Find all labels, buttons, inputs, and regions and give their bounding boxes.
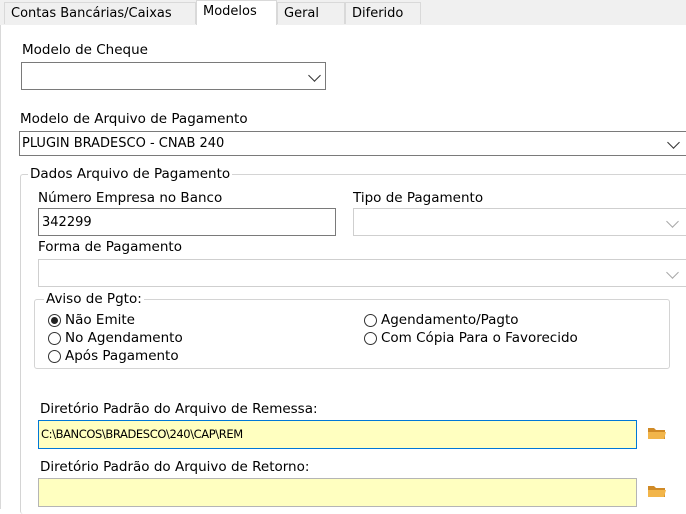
chevron-down-icon bbox=[308, 69, 321, 82]
remessa-label: Diretório Padrão do Arquivo de Remessa: bbox=[40, 401, 318, 417]
chevron-down-icon bbox=[666, 215, 679, 228]
tab-modelos[interactable]: Modelos bbox=[196, 0, 277, 26]
chevron-down-icon bbox=[667, 136, 680, 149]
folder-icon[interactable] bbox=[647, 484, 667, 502]
retorno-label: Diretório Padrão do Arquivo de Retorno: bbox=[40, 459, 310, 475]
modelo-arquivo-label: Modelo de Arquivo de Pagamento bbox=[20, 111, 248, 127]
radio-indicator[interactable] bbox=[48, 350, 61, 363]
remessa-path-input[interactable]: C:\BANCOS\BRADESCO\240\CAP\REM bbox=[38, 420, 637, 449]
radio-label: Com Cópia Para o Favorecido bbox=[381, 330, 578, 346]
dados-arquivo-title: Dados Arquivo de Pagamento bbox=[28, 166, 233, 182]
radio-label: Após Pagamento bbox=[65, 348, 179, 364]
tipo-pagamento-select[interactable] bbox=[353, 208, 686, 236]
modelo-arquivo-select[interactable]: PLUGIN BRADESCO - CNAB 240 bbox=[19, 131, 686, 156]
radio-indicator[interactable] bbox=[364, 332, 377, 345]
numero-empresa-label: Número Empresa no Banco bbox=[38, 190, 223, 206]
tab-label: Contas Bancárias/Caixas bbox=[11, 6, 172, 21]
tab-geral[interactable]: Geral bbox=[277, 2, 345, 24]
modelo-cheque-label: Modelo de Cheque bbox=[22, 42, 148, 58]
radio-label: Não Emite bbox=[65, 312, 135, 328]
modelo-cheque-select[interactable] bbox=[21, 62, 326, 90]
folder-icon[interactable] bbox=[647, 426, 667, 444]
tipo-pagamento-label: Tipo de Pagamento bbox=[353, 190, 484, 206]
radio-indicator[interactable] bbox=[364, 314, 377, 327]
tab-diferido[interactable]: Diferido bbox=[345, 2, 421, 24]
modelo-arquivo-value: PLUGIN BRADESCO - CNAB 240 bbox=[22, 136, 225, 151]
radio-label: Agendamento/Pagto bbox=[381, 312, 519, 328]
numero-empresa-input[interactable]: 342299 bbox=[38, 208, 336, 236]
radio-indicator[interactable] bbox=[48, 332, 61, 345]
tab-label: Modelos bbox=[203, 4, 257, 19]
forma-pagamento-select[interactable] bbox=[38, 259, 686, 287]
tab-label: Geral bbox=[284, 6, 319, 21]
remessa-path-value: C:\BANCOS\BRADESCO\240\CAP\REM bbox=[41, 427, 243, 441]
forma-pagamento-label: Forma de Pagamento bbox=[38, 239, 182, 255]
chevron-down-icon bbox=[666, 266, 679, 279]
radio-label: No Agendamento bbox=[65, 330, 183, 346]
retorno-path-input[interactable] bbox=[38, 478, 637, 507]
radio-indicator[interactable] bbox=[48, 314, 61, 327]
aviso-pgto-title: Aviso de Pgto: bbox=[44, 291, 144, 307]
tab-contas-bancarias[interactable]: Contas Bancárias/Caixas bbox=[4, 2, 196, 24]
numero-empresa-value: 342299 bbox=[42, 215, 92, 230]
tab-label: Diferido bbox=[352, 6, 404, 21]
